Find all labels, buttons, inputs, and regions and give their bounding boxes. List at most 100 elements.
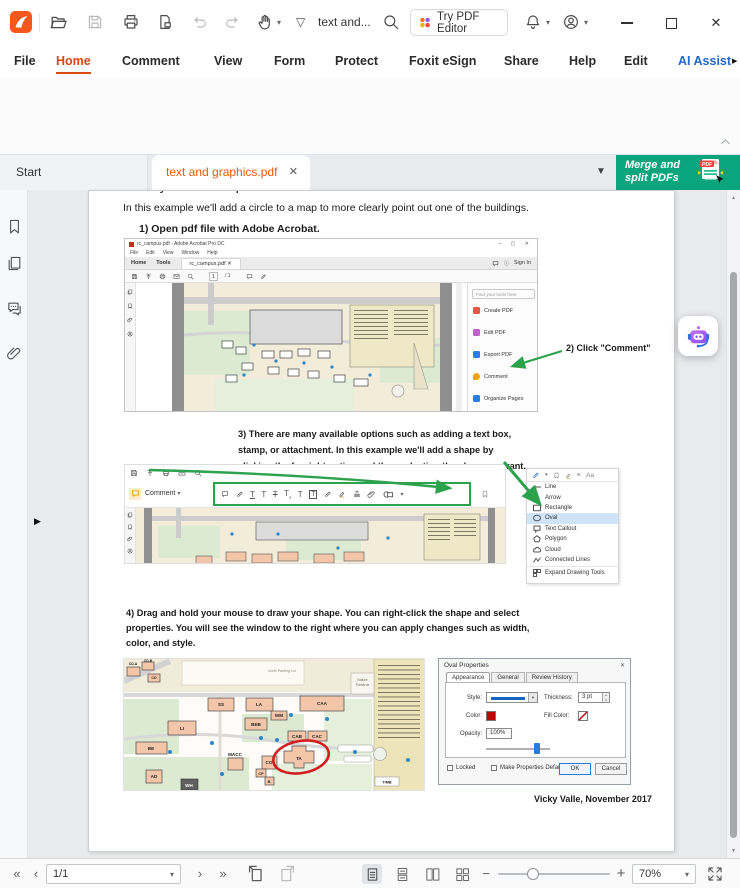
acrobat-toolbar: 1 / 1 (125, 270, 537, 283)
vertical-scrollbar[interactable]: ▲ ▼ (726, 190, 740, 858)
minimize-button[interactable] (616, 13, 638, 33)
menu-file[interactable]: File (14, 45, 36, 78)
menu-overflow-arrow-icon[interactable]: ▶ (732, 57, 737, 65)
menu-help[interactable]: Help (569, 45, 596, 78)
shape-item-polygon: Polygon (527, 534, 618, 544)
pages-panel-icon[interactable] (6, 255, 23, 277)
zoom-out-button[interactable]: − (478, 859, 494, 888)
edit-pdf-icon (473, 329, 480, 336)
svg-text:CP: CP (258, 772, 264, 776)
continuous-view-button[interactable] (392, 864, 412, 884)
tab-start[interactable]: Start (0, 155, 148, 190)
acrobat-tool-comment: Comment (473, 373, 508, 380)
prev-page-button[interactable]: ‹ (28, 859, 44, 888)
intro-paragraph: In this example we'll add a circle to a … (123, 202, 529, 214)
merge-split-banner[interactable]: Merge and split PDFs PDF (616, 155, 740, 190)
fullscreen-button[interactable] (706, 865, 724, 888)
panel-expand-handle-icon[interactable]: ▶ (34, 516, 41, 527)
menu-view[interactable]: View (214, 45, 242, 78)
print-icon[interactable] (122, 13, 140, 31)
comment-label: Comment (145, 490, 176, 497)
redo-icon[interactable] (223, 13, 241, 31)
previous-view-button[interactable] (246, 864, 265, 888)
shape-item-arrow: Arrow (527, 492, 618, 502)
acrobat-pen-icon (260, 273, 267, 280)
save-icon[interactable] (86, 13, 104, 31)
thickness-label: Thickness: (544, 695, 573, 701)
account-icon[interactable] (562, 13, 580, 31)
first-page-button[interactable]: « (8, 859, 26, 888)
pdf-editor-logo-icon (420, 17, 430, 28)
acrobat-page-number-box: 1 (209, 271, 218, 281)
svg-text:MACC: MACC (228, 752, 242, 757)
menu-protect[interactable]: Protect (335, 45, 378, 78)
undo-icon[interactable] (191, 13, 209, 31)
create-pdf-icon (473, 307, 480, 314)
export-pdf-icon (473, 351, 480, 358)
ai-assistant-button[interactable] (678, 316, 718, 356)
scroll-up-icon[interactable]: ▲ (731, 195, 736, 201)
menu-edit[interactable]: Edit (624, 45, 648, 78)
drawing-tools-icon (383, 490, 393, 498)
close-button[interactable]: ✕ (704, 13, 728, 33)
comments-panel-icon[interactable] (6, 300, 23, 322)
collapse-ribbon-icon[interactable] (718, 134, 733, 154)
svg-text:BE: BE (148, 746, 154, 751)
hand-tool-icon[interactable] (256, 13, 274, 31)
zoom-level-box[interactable]: 70% ▾ (632, 864, 696, 884)
acrobat-left-rail (125, 283, 136, 411)
acrobat-doc-tab: rc_campus.pdf ✕ (180, 257, 241, 269)
next-view-button[interactable] (278, 864, 297, 888)
document-title-short: text and... (318, 15, 371, 29)
locked-checkbox: Locked (447, 765, 475, 771)
notifications-bell-icon[interactable] (524, 13, 542, 31)
acrobat-page-gutter (440, 283, 452, 411)
facing-view-button[interactable] (422, 864, 442, 884)
page-number-box[interactable]: 1/1 ▾ (46, 864, 181, 884)
single-page-view-button[interactable] (362, 864, 382, 884)
opacity-label: Opacity: (459, 731, 482, 737)
acrobat-logo-icon (129, 241, 134, 247)
search-icon[interactable] (382, 13, 400, 31)
acrobat-scrollbar (456, 283, 462, 411)
export-page-icon[interactable] (156, 13, 174, 31)
bell-caret-icon[interactable]: ▾ (546, 18, 550, 27)
last-page-button[interactable]: » (214, 859, 232, 888)
comment-bar: Comment ▾ T T T Ta T T ▾ (125, 480, 505, 508)
account-caret-icon[interactable]: ▾ (584, 18, 588, 27)
svg-text:North Parking Lot: North Parking Lot (268, 669, 297, 673)
pan-mode-icon[interactable]: ▽ (296, 15, 305, 29)
pdf-page[interactable]: how do you insert a shape into a PDF fil… (88, 190, 675, 852)
zoom-slider-track[interactable] (498, 873, 610, 875)
zoom-in-button[interactable]: + (612, 859, 630, 888)
step2-callout: 2) Click "Comment" (566, 343, 651, 353)
zoom-slider-thumb[interactable] (527, 868, 539, 880)
menu-home[interactable]: Home (56, 45, 91, 78)
tab-list-caret-icon[interactable]: ▼ (596, 166, 606, 177)
scrollbar-thumb[interactable] (730, 272, 737, 838)
zoom-box-caret-icon[interactable]: ▾ (685, 870, 689, 879)
acrobat-save-icon (131, 273, 138, 280)
hand-tool-caret-icon[interactable]: ▾ (277, 18, 281, 27)
menu-comment[interactable]: Comment (122, 45, 180, 78)
acrobat-tools-panel: Find your tools here Create PDF Edit PDF… (467, 283, 537, 411)
menu-ai-assistant[interactable]: AI Assist (678, 45, 732, 78)
tab-close-icon[interactable]: ✕ (289, 155, 298, 190)
maximize-button[interactable] (660, 13, 682, 33)
attachments-panel-icon[interactable] (6, 345, 23, 367)
tab-document[interactable]: text and graphics.pdf ✕ (152, 155, 310, 190)
menu-foxit-esign[interactable]: Foxit eSign (409, 45, 476, 78)
next-page-button[interactable]: › (192, 859, 208, 888)
svg-text:CO: CO (266, 760, 273, 765)
scroll-down-icon[interactable]: ▼ (731, 848, 736, 854)
try-pdf-editor-button[interactable]: Try PDF Editor (410, 9, 508, 36)
page-box-caret-icon[interactable]: ▾ (170, 870, 174, 879)
grid-view-button[interactable] (452, 864, 472, 884)
menu-share[interactable]: Share (504, 45, 539, 78)
menu-form[interactable]: Form (274, 45, 305, 78)
bookmarks-panel-icon[interactable] (6, 218, 23, 240)
drawing-tool-icon (532, 471, 540, 479)
open-file-icon[interactable] (49, 13, 68, 32)
shape-item-rectangle: Rectangle (527, 503, 618, 513)
acrobat-tool-export-pdf: Export PDF (473, 351, 512, 358)
